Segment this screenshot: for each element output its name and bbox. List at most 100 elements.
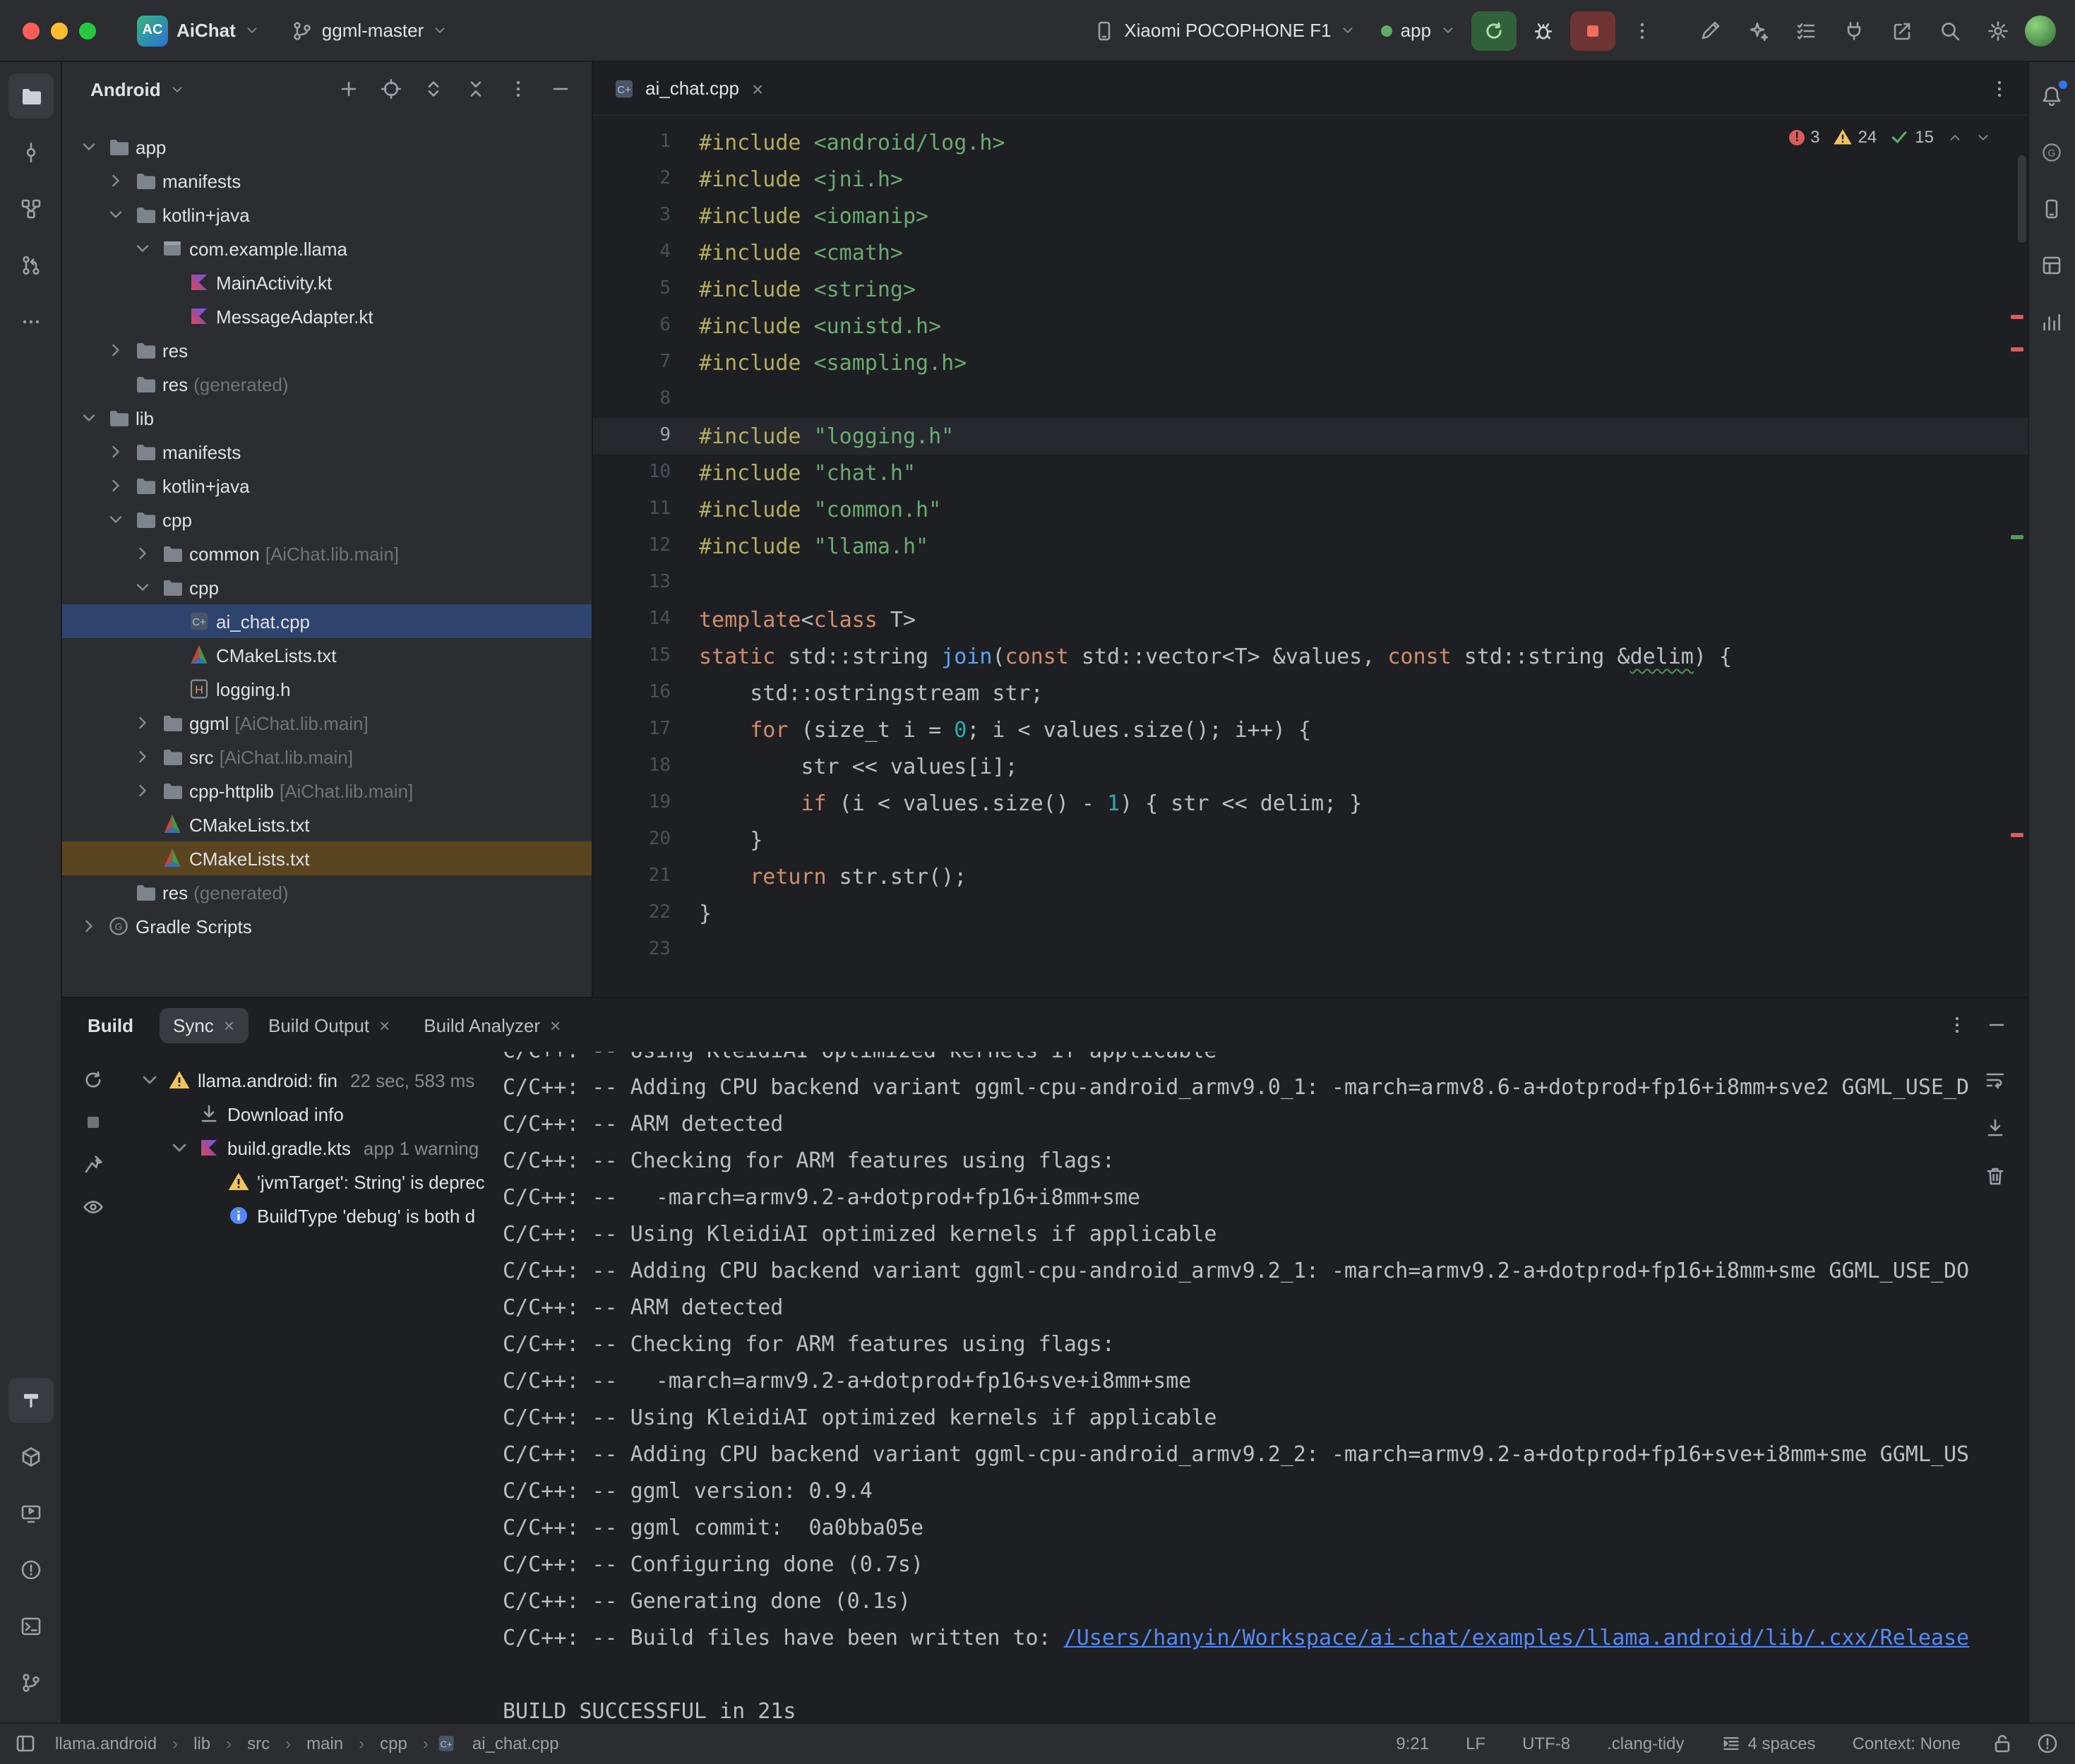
clear-console-button[interactable] [1976,1159,2013,1193]
user-avatar[interactable] [2024,15,2055,46]
chevron-right-icon[interactable] [103,169,128,192]
file-encoding[interactable]: UTF-8 [1515,1731,1577,1756]
build-options-button[interactable] [1939,1008,1973,1042]
app-insights-tool-button[interactable] [2029,299,2074,344]
error-stripe-mark[interactable] [2010,833,2023,837]
device-manager-tool-button[interactable] [2029,186,2074,232]
editor-tab-options-button[interactable] [1982,71,2016,105]
run-config-selector[interactable]: app [1371,14,1465,47]
ai-assistant-button[interactable] [1736,11,1778,50]
build-tree-item[interactable]: BuildType 'debug' is both d [124,1199,503,1232]
project-tree[interactable]: appmanifestskotlin+javacom.example.llama… [62,116,592,997]
inspections-widget[interactable]: !3 24 15 [1789,127,1990,147]
expand-all-button[interactable] [417,72,450,106]
collapse-all-button[interactable] [459,72,493,106]
resync-button[interactable] [75,1063,112,1097]
problems-tool-button[interactable] [8,1547,53,1592]
chevron-right-icon[interactable] [130,542,155,565]
fullscreen-window-button[interactable] [79,22,96,39]
chevron-right-icon[interactable] [130,745,155,768]
close-tab-icon[interactable]: × [224,1014,234,1036]
close-window-button[interactable] [23,22,40,39]
rerun-button[interactable] [1471,11,1516,50]
notifications-button[interactable] [2029,73,2074,119]
tree-item[interactable]: CMakeLists.txt [62,638,592,672]
tool-window-layout-icon[interactable] [14,1732,37,1755]
tree-item[interactable]: src[AiChat.lib.main] [62,740,592,774]
project-widget[interactable]: AC AiChat [127,9,270,52]
more-run-actions-button[interactable] [1620,11,1663,50]
compose-button[interactable] [1688,11,1730,50]
soft-wrap-button[interactable] [1976,1063,2013,1097]
breadcrumb-item[interactable]: cpp [373,1731,414,1756]
context-indicator[interactable]: Context: None [1846,1731,1968,1756]
device-selector[interactable]: Xiaomi POCOPHONE F1 [1083,13,1365,47]
tree-item[interactable]: manifests [62,164,592,198]
indent-setting[interactable]: 4 spaces [1714,1731,1823,1756]
error-stripe-mark[interactable] [2010,315,2023,319]
tree-item[interactable]: lib [62,401,592,435]
tree-item[interactable]: app [62,130,592,164]
project-tool-button[interactable] [8,73,53,119]
chevron-down-icon[interactable] [76,136,102,158]
info-circle-icon[interactable] [2035,1732,2058,1755]
tree-item[interactable]: cpp [62,503,592,536]
chevron-right-icon[interactable] [76,915,102,937]
tree-item[interactable]: manifests [62,435,592,469]
close-tab-icon[interactable]: × [550,1014,561,1036]
project-options-button[interactable] [501,72,535,106]
structure-tool-button[interactable] [8,186,53,232]
build-tree-item[interactable]: 'jvmTarget': String' is deprec [124,1165,503,1199]
tree-item[interactable]: GGradle Scripts [62,909,592,943]
build-tree-item[interactable]: Download info [124,1097,503,1131]
running-devices-tool-button[interactable] [8,1490,53,1535]
chevron-down-icon[interactable] [130,237,155,260]
tab-build-analyzer[interactable]: Build Analyzer× [409,1007,575,1043]
filter-button[interactable] [75,1190,112,1224]
close-tab-icon[interactable]: × [379,1014,390,1036]
stop-button[interactable] [1569,11,1615,50]
settings-button[interactable] [1976,11,2019,50]
add-button[interactable] [332,72,366,106]
chevron-down-icon[interactable] [138,1069,161,1091]
debug-button[interactable] [1521,11,1564,50]
build-console[interactable]: C/C++: -- Using KleidiAI optimized kerne… [503,1052,2027,1722]
previous-problem-icon[interactable] [1947,129,1962,145]
tree-item[interactable]: MainActivity.kt [62,265,592,299]
chevron-down-icon[interactable] [76,407,102,429]
plugins-button[interactable] [1832,11,1874,50]
tree-item[interactable]: kotlin+java [62,198,592,232]
build-output-link[interactable]: /Users/hanyin/Workspace/ai-chat/examples… [1064,1625,1969,1650]
vcs-branch-widget[interactable]: ggml-master [281,13,458,47]
tree-item[interactable]: cpp [62,570,592,604]
editor-tab-ai-chat-cpp[interactable]: C+ ai_chat.cpp × [593,62,777,114]
search-everywhere-button[interactable] [1928,11,1971,50]
breadcrumb-item[interactable]: src [240,1731,277,1756]
build-tree-item[interactable]: llama.android: fin22 sec, 583 ms [124,1063,503,1097]
chevron-right-icon[interactable] [103,474,128,497]
build-tree-item[interactable]: build.gradle.ktsapp 1 warning [124,1131,503,1165]
minimize-window-button[interactable] [51,22,68,39]
tree-item[interactable]: CMakeLists.txt [62,808,592,841]
tree-item[interactable]: res [62,333,592,367]
tab-sync[interactable]: Sync× [159,1007,249,1043]
breadcrumb-item[interactable]: llama.android [48,1731,164,1756]
tree-item[interactable]: res(generated) [62,875,592,909]
close-tab-icon[interactable]: × [752,77,763,100]
chevron-down-icon[interactable] [103,508,128,531]
lock-open-icon[interactable] [1990,1732,2013,1755]
chevron-down-icon[interactable] [168,1136,191,1159]
locate-file-button[interactable] [374,72,408,106]
breadcrumb-item[interactable]: main [299,1731,350,1756]
chevron-right-icon[interactable] [103,339,128,361]
chevron-down-icon[interactable] [103,203,128,226]
tree-item[interactable]: MessageAdapter.kt [62,299,592,333]
tree-item[interactable]: res(generated) [62,367,592,401]
scroll-to-end-button[interactable] [1976,1111,2013,1145]
pull-requests-tool-button[interactable] [8,243,53,288]
build-task-tree[interactable]: llama.android: fin22 sec, 583 msDownload… [124,1052,503,1722]
error-stripe-mark[interactable] [2010,347,2023,352]
commit-tool-button[interactable] [8,130,53,175]
clang-tidy-status[interactable]: .clang-tidy [1600,1731,1691,1756]
chevron-right-icon[interactable] [130,712,155,734]
